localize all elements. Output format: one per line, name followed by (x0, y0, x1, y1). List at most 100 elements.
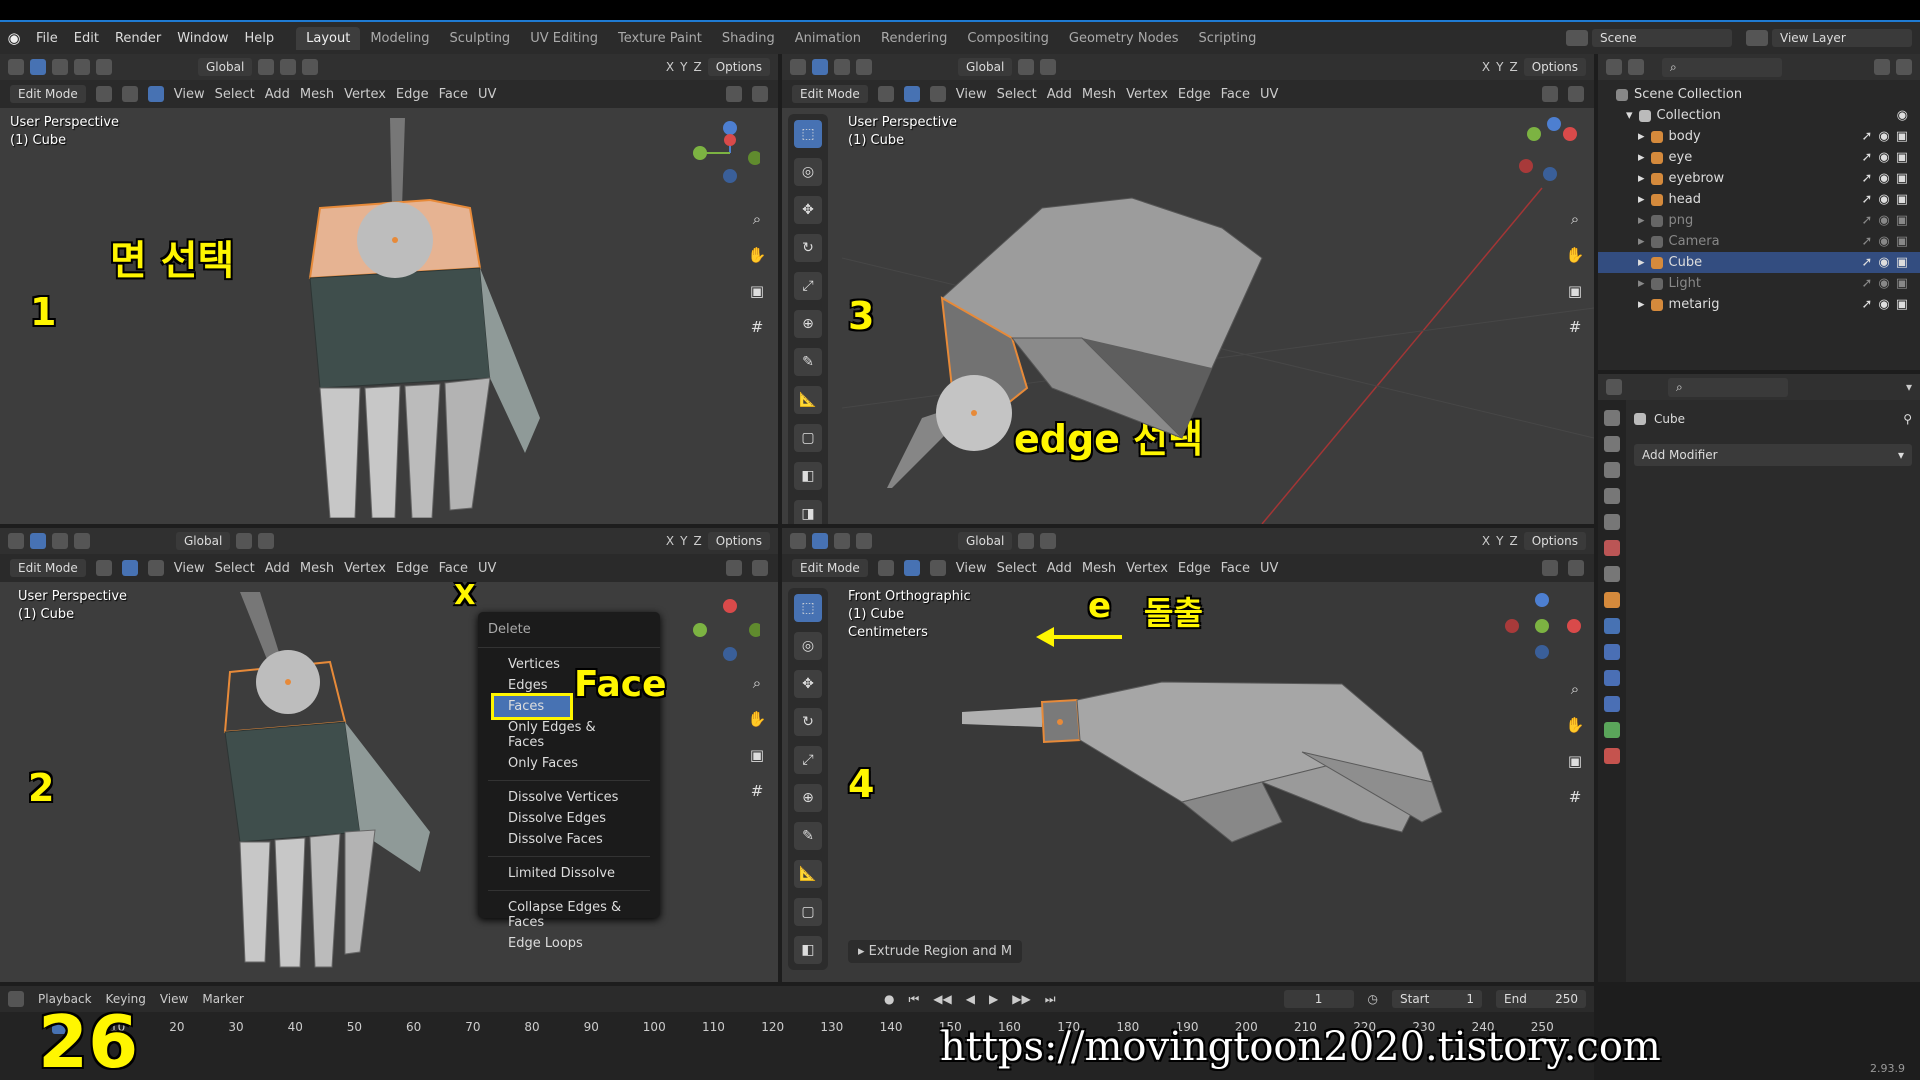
editor-type-icon[interactable] (790, 533, 806, 549)
zoom-icon[interactable]: ⌕ (1564, 208, 1586, 230)
tab-layout[interactable]: Layout (296, 26, 361, 50)
tab-geometry-nodes[interactable]: Geometry Nodes (1059, 27, 1189, 50)
tab-texture-paint[interactable]: Texture Paint (608, 27, 712, 50)
options-dropdown[interactable]: Options (1523, 532, 1586, 550)
jump-start-icon[interactable]: ⏮ (908, 992, 919, 1007)
menu-render[interactable]: Render (107, 31, 169, 46)
current-frame-field[interactable]: 1 (1283, 990, 1354, 1008)
expand-arrow-icon[interactable]: ▸ (1638, 213, 1645, 228)
tab-scripting[interactable]: Scripting (1189, 27, 1267, 50)
axis-z-toggle[interactable]: Z (1509, 60, 1517, 74)
menu-uv[interactable]: UV (478, 561, 496, 576)
pan-hand-icon[interactable]: ✋ (1564, 244, 1586, 266)
select-arrow-icon[interactable]: ➚ (1861, 276, 1872, 291)
clock-icon[interactable]: ◷ (1368, 992, 1378, 1006)
axis-x-toggle[interactable]: X (1482, 60, 1490, 74)
blender-logo-icon[interactable]: ◉ (0, 29, 28, 47)
menu-help[interactable]: Help (237, 31, 283, 46)
outliner-collection[interactable]: ▾ Collection ◉ (1598, 105, 1920, 126)
move-tool-icon[interactable]: ✥ (794, 196, 822, 224)
menu-uv[interactable]: UV (1260, 561, 1278, 576)
edge-select-icon[interactable] (903, 86, 920, 102)
constraints-tab-icon[interactable] (1604, 696, 1620, 712)
material-tab-icon[interactable] (1604, 748, 1620, 764)
outliner-row-eye[interactable]: ▸ eye ➚ ◉ ▣ (1598, 147, 1920, 168)
view-layer-field[interactable]: View Layer (1772, 29, 1912, 47)
menu-add[interactable]: Add (265, 561, 290, 576)
filter-icon[interactable] (1874, 59, 1890, 75)
annotate-tool-icon[interactable]: ✎ (794, 822, 822, 850)
editor-type-icon[interactable] (1606, 59, 1622, 75)
outliner-row-body[interactable]: ▸ body ➚ ◉ ▣ (1598, 126, 1920, 147)
axis-z-toggle[interactable]: Z (693, 534, 701, 548)
expand-arrow-icon[interactable]: ▸ (1638, 150, 1645, 165)
visibility-eye-icon[interactable]: ◉ (1897, 108, 1908, 123)
viewport-overlay-icon[interactable] (1542, 560, 1558, 576)
select-extend-icon[interactable] (74, 59, 90, 75)
axis-z-toggle[interactable]: Z (693, 60, 701, 74)
mode-dropdown[interactable]: Edit Mode (10, 85, 86, 103)
operator-redo-panel[interactable]: ▸ Extrude Region and M (848, 940, 1023, 963)
expand-arrow-icon[interactable]: ▾ (1626, 108, 1633, 123)
pan-hand-icon[interactable]: ✋ (1564, 714, 1586, 736)
view-layer-tab-icon[interactable] (1604, 488, 1620, 504)
edge-select-icon[interactable] (121, 86, 138, 102)
pivot-icon[interactable] (1018, 59, 1035, 75)
display-mode-icon[interactable] (1628, 59, 1644, 75)
dissolve-vertices[interactable]: Dissolve Vertices (478, 787, 660, 808)
menu-edge[interactable]: Edge (1178, 561, 1211, 576)
select-extend-icon[interactable] (74, 533, 90, 549)
mode-dropdown[interactable]: Edit Mode (792, 85, 868, 103)
viewport-3-canvas[interactable]: ⬚ ◎ ✥ ↻ ⤢ ⊕ ✎ 📐 ▢ ◧ ◨ User Perspective (… (782, 108, 1594, 524)
camera-view-icon[interactable]: ▣ (1564, 280, 1586, 302)
select-extend-icon[interactable] (856, 59, 872, 75)
proportional-edit-icon[interactable] (302, 59, 319, 75)
limited-dissolve[interactable]: Limited Dissolve (478, 863, 660, 884)
render-camera-icon[interactable]: ▣ (1896, 192, 1908, 207)
select-arrow-icon[interactable]: ➚ (1861, 234, 1872, 249)
render-tab-icon[interactable] (1604, 436, 1620, 452)
render-camera-icon[interactable]: ▣ (1896, 150, 1908, 165)
data-tab-icon[interactable] (1604, 722, 1620, 738)
render-camera-icon[interactable]: ▣ (1896, 234, 1908, 249)
visibility-eye-icon[interactable]: ◉ (1878, 171, 1889, 186)
orientation-dropdown[interactable]: Global (958, 532, 1013, 550)
cursor-tool-icon[interactable]: ◎ (794, 632, 822, 660)
edge-select-icon[interactable] (903, 560, 920, 576)
face-select-icon[interactable] (929, 86, 946, 102)
scale-tool-icon[interactable]: ⤢ (794, 272, 822, 300)
orientation-dropdown[interactable]: Global (176, 532, 231, 550)
menu-face[interactable]: Face (439, 561, 468, 576)
select-tool-icon[interactable]: ⬚ (794, 120, 822, 148)
add-modifier-button[interactable]: Add Modifier ▾ (1634, 444, 1912, 466)
visibility-eye-icon[interactable]: ◉ (1878, 276, 1889, 291)
outliner-search-field[interactable]: ⌕ (1662, 57, 1782, 77)
orientation-dropdown[interactable]: Global (198, 58, 253, 76)
editor-type-icon[interactable] (8, 59, 24, 75)
orientation-dropdown[interactable]: Global (958, 58, 1013, 76)
expand-arrow-icon[interactable]: ▸ (1638, 171, 1645, 186)
edge-select-icon[interactable] (121, 560, 138, 576)
menu-mesh[interactable]: Mesh (1082, 87, 1116, 102)
outliner-row-eyebrow[interactable]: ▸ eyebrow ➚ ◉ ▣ (1598, 168, 1920, 189)
pivot-icon[interactable] (258, 59, 275, 75)
select-extend-icon[interactable] (856, 533, 872, 549)
outliner-row-camera[interactable]: ▸ Camera ➚ ◉ ▣ (1598, 231, 1920, 252)
select-box-icon[interactable] (834, 59, 850, 75)
menu-add[interactable]: Add (265, 87, 290, 102)
editor-type-icon[interactable] (8, 533, 24, 549)
expand-arrow-icon[interactable]: ▸ (1638, 276, 1645, 291)
navigation-gizmo[interactable] (1512, 114, 1582, 184)
play-reverse-icon[interactable]: ◀ (966, 992, 975, 1006)
move-tool-icon[interactable]: ✥ (794, 670, 822, 698)
axis-y-toggle[interactable]: Y (1496, 534, 1503, 548)
editor-type-icon[interactable] (1606, 379, 1622, 395)
visibility-eye-icon[interactable]: ◉ (1878, 297, 1889, 312)
menu-mesh[interactable]: Mesh (300, 87, 334, 102)
menu-uv[interactable]: UV (478, 87, 496, 102)
visibility-eye-icon[interactable]: ◉ (1878, 213, 1889, 228)
tab-rendering[interactable]: Rendering (871, 27, 957, 50)
render-camera-icon[interactable]: ▣ (1896, 171, 1908, 186)
cursor-tool-icon[interactable]: ◎ (794, 158, 822, 186)
viewport-shading-icon[interactable] (1568, 86, 1584, 102)
